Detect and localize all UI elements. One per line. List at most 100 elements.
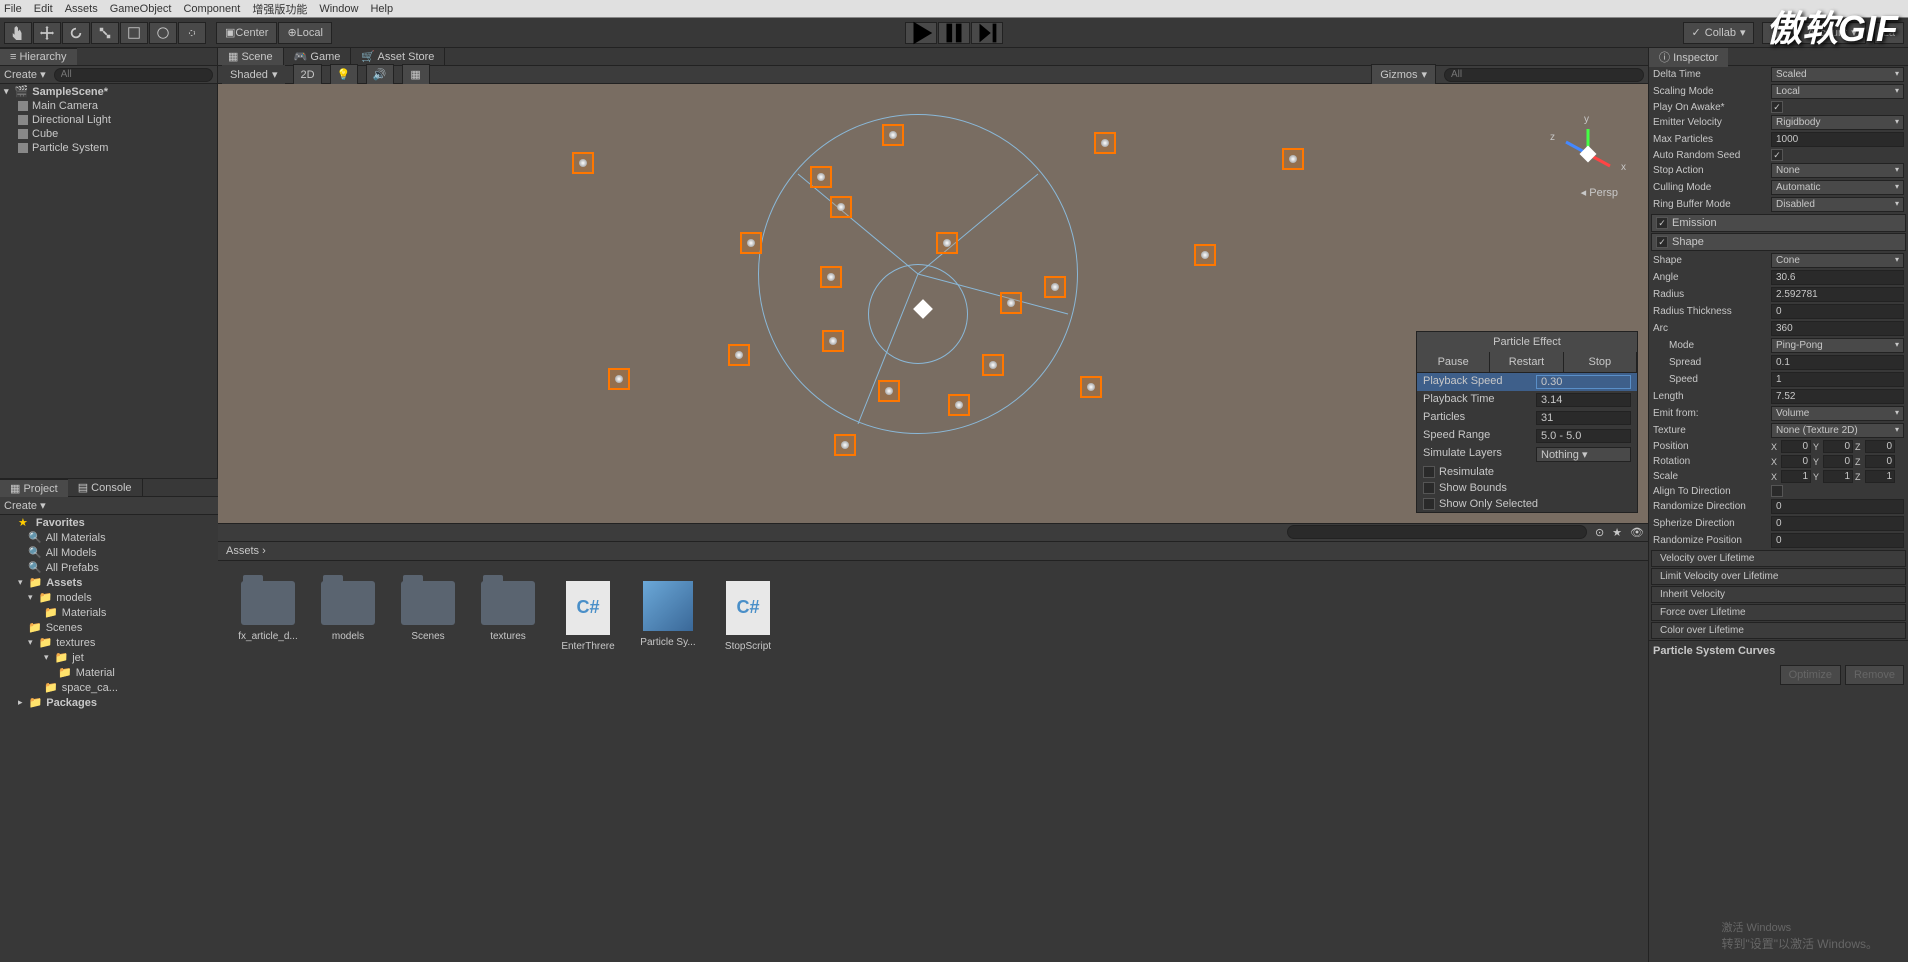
text-field[interactable]: 0 — [1771, 533, 1904, 548]
console-tab[interactable]: ▤ Console — [68, 479, 143, 496]
asset-particle-sy-[interactable]: Particle Sy... — [638, 581, 698, 652]
scene-search-input[interactable] — [1444, 68, 1644, 82]
x-field[interactable]: 0 — [1781, 440, 1811, 453]
hierarchy-create-button[interactable]: Create ▾ — [4, 68, 46, 81]
hierarchy-item-light[interactable]: Directional Light — [0, 113, 217, 127]
particle-check-show-only-selected[interactable]: Show Only Selected — [1417, 496, 1637, 512]
particle-value-input[interactable]: 3.14 — [1536, 393, 1631, 407]
menu-assets[interactable]: Assets — [65, 3, 98, 15]
dropdown[interactable]: Automatic — [1771, 180, 1904, 195]
text-field[interactable]: 0 — [1771, 516, 1904, 531]
assets-folder[interactable]: 📁 Assets — [0, 575, 218, 590]
scene-viewport[interactable]: x y z ◂ Persp Particle Effect Pause Rest… — [218, 84, 1648, 523]
lighting-toggle[interactable]: 💡 — [330, 64, 358, 86]
asset-scenes[interactable]: Scenes — [398, 581, 458, 652]
inspector-tab[interactable]: ⓘ Inspector — [1649, 48, 1728, 67]
scale-tool-button[interactable] — [91, 22, 119, 44]
project-search-input[interactable] — [1287, 525, 1587, 539]
pause-button[interactable] — [938, 22, 970, 44]
module-color-over-lifetime[interactable]: Color over Lifetime — [1651, 622, 1906, 639]
orientation-gizmo[interactable]: x y z ◂ Persp — [1558, 124, 1618, 184]
dropdown[interactable]: Local — [1771, 84, 1904, 99]
move-tool-button[interactable] — [33, 22, 61, 44]
menu-edit[interactable]: Edit — [34, 3, 53, 15]
particle-value-input[interactable]: 0.30 — [1536, 375, 1631, 389]
module-force-over-lifetime[interactable]: Force over Lifetime — [1651, 604, 1906, 621]
game-tab[interactable]: 🎮 Game — [284, 48, 352, 65]
text-field[interactable]: 7.52 — [1771, 389, 1904, 404]
textures-folder[interactable]: 📁 textures — [0, 635, 218, 650]
dropdown[interactable]: Ping-Pong — [1771, 338, 1904, 353]
favorite-icon[interactable]: ★ — [1612, 526, 1622, 539]
asset-store-tab[interactable]: 🛒 Asset Store — [351, 48, 445, 65]
fx-toggle[interactable]: ▦ — [402, 64, 430, 86]
play-button[interactable] — [905, 22, 937, 44]
text-field[interactable]: 1 — [1771, 372, 1904, 387]
y-field[interactable]: 0 — [1823, 455, 1853, 468]
models-folder[interactable]: 📁 models — [0, 590, 218, 605]
pivot-center-button[interactable]: ▣ Center — [216, 22, 277, 44]
dropdown[interactable]: Cone — [1771, 253, 1904, 268]
project-create-button[interactable]: Create ▾ — [4, 499, 46, 512]
shading-dropdown[interactable]: Shaded ▾ — [222, 65, 285, 84]
menu-component[interactable]: Component — [183, 3, 240, 15]
fav-materials[interactable]: 🔍 All Materials — [0, 530, 218, 545]
particle-stop-button[interactable]: Stop — [1564, 352, 1637, 372]
materials-folder[interactable]: 📁 Materials — [0, 605, 218, 620]
dropdown[interactable]: Volume — [1771, 406, 1904, 421]
checkbox[interactable] — [1771, 485, 1783, 497]
x-field[interactable]: 1 — [1781, 470, 1811, 483]
text-field[interactable]: 1000 — [1771, 132, 1904, 147]
text-field[interactable]: 30.6 — [1771, 270, 1904, 285]
scenes-folder[interactable]: 📁 Scenes — [0, 620, 218, 635]
particle-check-resimulate[interactable]: Resimulate — [1417, 464, 1637, 480]
optimize-button[interactable]: Optimize — [1780, 665, 1841, 685]
persp-label[interactable]: ◂ Persp — [1581, 186, 1618, 199]
text-field[interactable]: 0.1 — [1771, 355, 1904, 370]
scene-root[interactable]: 🎬 SampleScene* — [0, 84, 217, 99]
y-field[interactable]: 0 — [1823, 440, 1853, 453]
fav-prefabs[interactable]: 🔍 All Prefabs — [0, 560, 218, 575]
hidden-icon[interactable]: 👁 — [1630, 526, 1644, 539]
particle-restart-button[interactable]: Restart — [1490, 352, 1563, 372]
hierarchy-search-input[interactable] — [54, 68, 213, 82]
text-field[interactable]: 0 — [1771, 304, 1904, 319]
scene-tab[interactable]: ▦ Scene — [218, 48, 284, 65]
asset-enterthrere[interactable]: C#EnterThrere — [558, 581, 618, 652]
rotate-tool-button[interactable] — [62, 22, 90, 44]
menu-gameobject[interactable]: GameObject — [110, 3, 172, 15]
space-folder[interactable]: 📁 space_ca... — [0, 680, 218, 695]
custom-tool-button[interactable] — [178, 22, 206, 44]
hierarchy-tab[interactable]: ≡ Hierarchy — [0, 48, 77, 65]
particle-value-input[interactable]: 5.0 - 5.0 — [1536, 429, 1631, 443]
rect-tool-button[interactable] — [120, 22, 148, 44]
filter-icon[interactable]: ⊙ — [1595, 526, 1604, 539]
checkbox[interactable] — [1771, 149, 1783, 161]
checkbox[interactable] — [1771, 101, 1783, 113]
hierarchy-item-cube[interactable]: Cube — [0, 127, 217, 141]
fav-models[interactable]: 🔍 All Models — [0, 545, 218, 560]
menu-enhanced[interactable]: 增强版功能 — [252, 1, 307, 17]
menu-help[interactable]: Help — [370, 3, 393, 15]
asset-fx-article-d-[interactable]: fx_article_d... — [238, 581, 298, 652]
step-button[interactable] — [971, 22, 1003, 44]
menu-file[interactable]: File — [4, 3, 22, 15]
particle-value-input[interactable]: Nothing ▾ — [1536, 447, 1631, 462]
y-field[interactable]: 1 — [1823, 470, 1853, 483]
pivot-local-button[interactable]: ⊕ Local — [278, 22, 332, 44]
z-field[interactable]: 0 — [1865, 440, 1895, 453]
jet-material-folder[interactable]: 📁 Material — [0, 665, 218, 680]
text-field[interactable]: 0 — [1771, 499, 1904, 514]
module-velocity-over-lifetime[interactable]: Velocity over Lifetime — [1651, 550, 1906, 567]
dropdown[interactable]: None (Texture 2D) — [1771, 423, 1904, 438]
account-dropdown[interactable]: Account ▾ — [1798, 22, 1865, 44]
emission-module-header[interactable]: Emission — [1651, 214, 1906, 232]
dropdown[interactable]: Scaled — [1771, 67, 1904, 82]
hierarchy-item-particle[interactable]: Particle System — [0, 141, 217, 155]
dropdown[interactable]: Disabled — [1771, 197, 1904, 212]
packages-folder[interactable]: 📁 Packages — [0, 695, 218, 710]
transform-tool-button[interactable] — [149, 22, 177, 44]
module-inherit-velocity[interactable]: Inherit Velocity — [1651, 586, 1906, 603]
layers-dropdown[interactable]: La — [1874, 22, 1904, 44]
remove-button[interactable]: Remove — [1845, 665, 1904, 685]
